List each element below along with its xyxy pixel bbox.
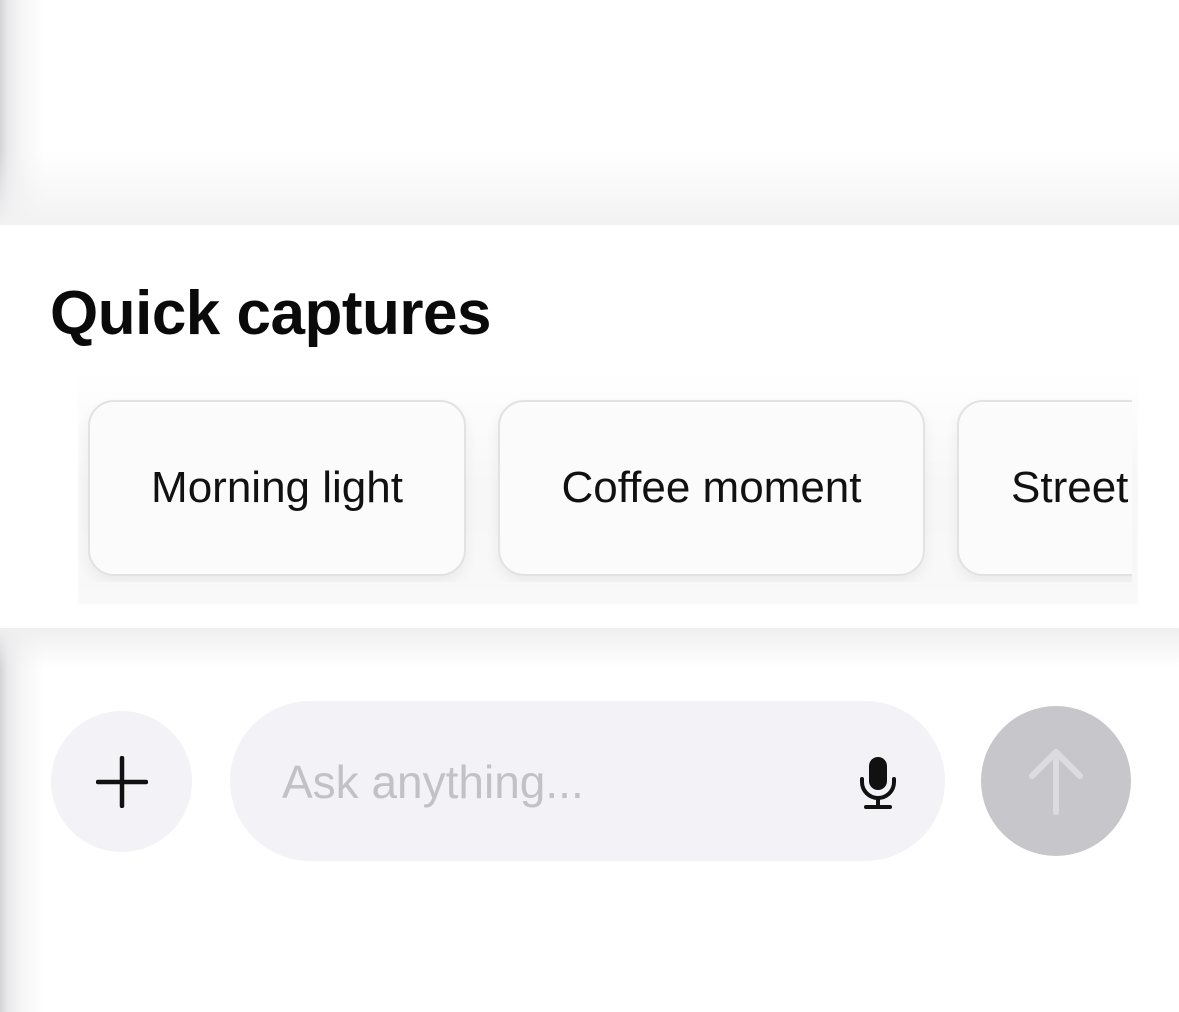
divider bbox=[0, 628, 1179, 668]
top-fade bbox=[0, 150, 1179, 226]
chip-street[interactable]: Street bbox=[957, 400, 1132, 576]
chip-coffee-moment[interactable]: Coffee moment bbox=[498, 400, 925, 576]
arrow-up-icon bbox=[1029, 749, 1083, 815]
microphone-icon bbox=[860, 757, 896, 809]
message-input[interactable] bbox=[280, 741, 824, 823]
send-button[interactable] bbox=[981, 706, 1131, 856]
chip-morning-light[interactable]: Morning light bbox=[88, 400, 466, 576]
message-input-container[interactable] bbox=[230, 701, 945, 861]
plus-icon bbox=[95, 755, 148, 808]
page: Quick captures Morning light Coffee mome… bbox=[0, 0, 1179, 1012]
section-title: Quick captures bbox=[50, 279, 491, 348]
quick-captures-row[interactable]: Morning light Coffee moment Street bbox=[0, 398, 1132, 582]
add-button[interactable] bbox=[51, 711, 192, 852]
mic-button[interactable] bbox=[842, 747, 914, 819]
